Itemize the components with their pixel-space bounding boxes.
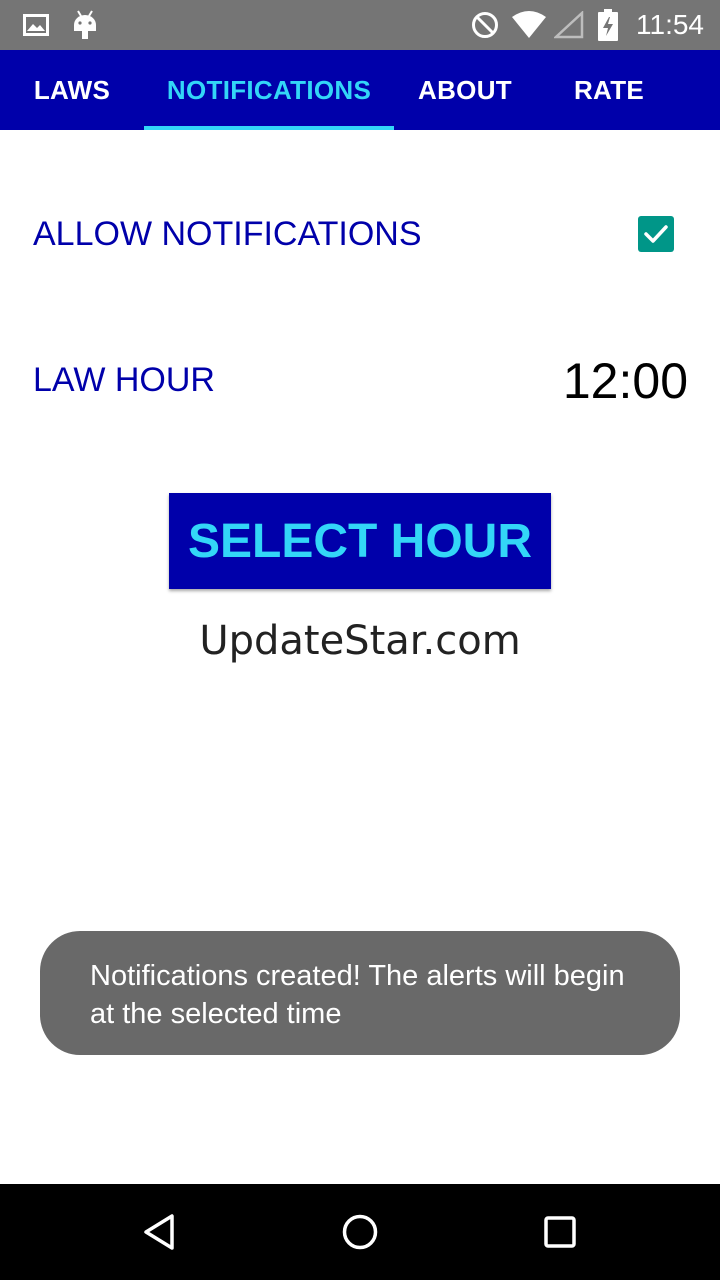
wifi-icon [510, 0, 548, 50]
status-bar: 11:54 [0, 0, 720, 50]
navigation-bar [0, 1184, 720, 1280]
android-icon [70, 0, 100, 50]
home-button[interactable] [312, 1184, 408, 1280]
tab-rate[interactable]: RATE [536, 50, 682, 130]
home-icon [342, 1214, 378, 1250]
battery-charging-icon [596, 0, 620, 50]
tab-laws[interactable]: LAWS [0, 50, 144, 130]
back-button[interactable] [112, 1184, 208, 1280]
signal-icon [554, 0, 584, 50]
select-hour-button[interactable]: SELECT HOUR [169, 493, 551, 589]
law-hour-label: LAW HOUR [33, 361, 215, 399]
tab-notifications[interactable]: NOTIFICATIONS [144, 50, 394, 130]
status-time: 11:54 [636, 9, 704, 40]
image-icon [22, 0, 50, 50]
allow-notifications-checkbox[interactable] [638, 216, 674, 252]
toast-message: Notifications created! The alerts will b… [40, 931, 680, 1055]
recents-button[interactable] [512, 1184, 608, 1280]
law-hour-value: 12:00 [562, 353, 688, 409]
back-icon [144, 1214, 174, 1250]
do-not-disturb-icon [470, 0, 500, 50]
checkmark-icon [644, 225, 668, 243]
tab-active-indicator [144, 126, 394, 130]
credit-text: UpdateStar.com [199, 618, 521, 664]
allow-notifications-label: ALLOW NOTIFICATIONS [33, 215, 422, 253]
recents-icon [544, 1216, 576, 1248]
tab-about[interactable]: ABOUT [394, 50, 536, 130]
tab-bar: LAWS NOTIFICATIONS ABOUT RATE [0, 50, 720, 130]
